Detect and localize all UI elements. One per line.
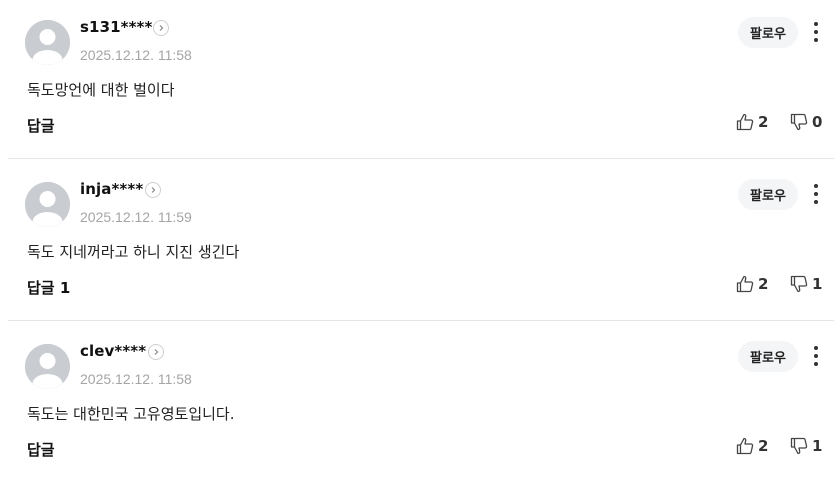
like-count: 2 bbox=[758, 113, 769, 131]
thumbs-up-icon bbox=[736, 437, 754, 455]
divider bbox=[8, 320, 834, 321]
profile-arrow-button[interactable] bbox=[153, 20, 169, 36]
divider bbox=[8, 158, 834, 159]
comment-date: 2025.12.12. 11:58 bbox=[80, 47, 192, 63]
more-vertical-icon[interactable] bbox=[806, 344, 826, 368]
profile-arrow-button[interactable] bbox=[145, 182, 161, 198]
dislike-count: 1 bbox=[812, 437, 823, 455]
comment-text: 독도는 대한민국 고유영토입니다. bbox=[27, 405, 235, 423]
reply-button[interactable]: 답글 bbox=[27, 439, 55, 460]
like-button[interactable]: 2 bbox=[736, 437, 768, 455]
comment-text: 독도 지네꺼라고 하니 지진 생긴다 bbox=[27, 243, 240, 261]
comment-date: 2025.12.12. 11:58 bbox=[80, 371, 192, 387]
follow-button[interactable]: 팔로우 bbox=[738, 341, 798, 372]
comment-item: s131**** 2025.12.12. 11:58 독도망언에 대한 벌이다 … bbox=[8, 0, 834, 162]
dislike-count: 1 bbox=[812, 275, 823, 293]
like-count: 2 bbox=[758, 437, 769, 455]
thumbs-down-icon bbox=[790, 113, 808, 131]
thumbs-up-icon bbox=[736, 275, 754, 293]
default-avatar-icon bbox=[25, 20, 70, 65]
avatar[interactable] bbox=[25, 182, 70, 227]
follow-button[interactable]: 팔로우 bbox=[738, 17, 798, 48]
like-button[interactable]: 2 bbox=[736, 113, 768, 131]
chevron-right-icon bbox=[151, 187, 156, 193]
reply-button[interactable]: 답글 bbox=[27, 115, 55, 136]
dislike-count: 0 bbox=[812, 113, 823, 131]
follow-button[interactable]: 팔로우 bbox=[738, 179, 798, 210]
more-vertical-icon[interactable] bbox=[806, 20, 826, 44]
username[interactable]: clev**** bbox=[80, 342, 146, 360]
reply-button[interactable]: 답글 1 bbox=[27, 277, 70, 298]
default-avatar-icon bbox=[25, 182, 70, 227]
thumbs-up-icon bbox=[736, 113, 754, 131]
thumbs-down-icon bbox=[790, 437, 808, 455]
dislike-button[interactable]: 1 bbox=[790, 275, 822, 293]
like-button[interactable]: 2 bbox=[736, 275, 768, 293]
comment-date: 2025.12.12. 11:59 bbox=[80, 209, 192, 225]
chevron-right-icon bbox=[159, 25, 164, 31]
chevron-right-icon bbox=[154, 349, 159, 355]
dislike-button[interactable]: 1 bbox=[790, 437, 822, 455]
profile-arrow-button[interactable] bbox=[148, 344, 164, 360]
comment-item: clev**** 2025.12.12. 11:58 독도는 대한민국 고유영토… bbox=[8, 324, 834, 486]
username[interactable]: s131**** bbox=[80, 18, 152, 36]
comment-text: 독도망언에 대한 벌이다 bbox=[27, 81, 175, 99]
more-vertical-icon[interactable] bbox=[806, 182, 826, 206]
username[interactable]: inja**** bbox=[80, 180, 143, 198]
avatar[interactable] bbox=[25, 344, 70, 389]
default-avatar-icon bbox=[25, 344, 70, 389]
comment-item: inja**** 2025.12.12. 11:59 독도 지네꺼라고 하니 지… bbox=[8, 162, 834, 324]
avatar[interactable] bbox=[25, 20, 70, 65]
dislike-button[interactable]: 0 bbox=[790, 113, 822, 131]
like-count: 2 bbox=[758, 275, 769, 293]
thumbs-down-icon bbox=[790, 275, 808, 293]
